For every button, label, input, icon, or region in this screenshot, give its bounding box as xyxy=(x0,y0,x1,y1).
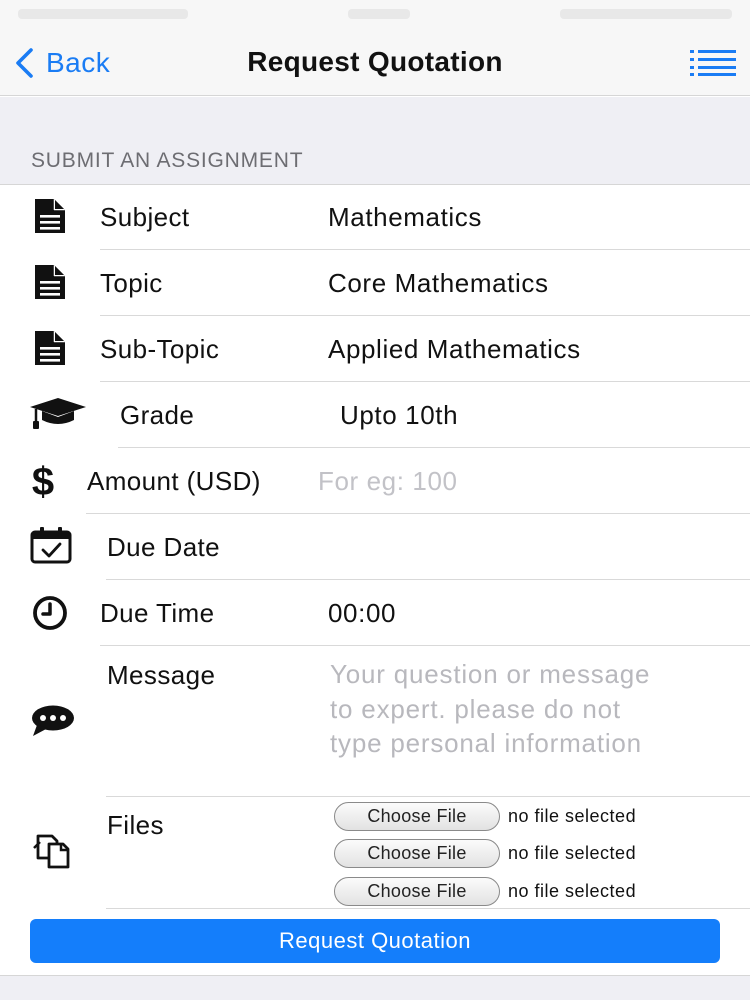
grade-value[interactable]: Upto 10th xyxy=(340,400,458,431)
chat-bubble-icon xyxy=(30,704,76,738)
subtopic-label: Sub-Topic xyxy=(100,334,220,364)
file-status-text: no file selected xyxy=(508,805,637,826)
subject-value[interactable]: Mathematics xyxy=(328,202,482,233)
subtopic-value[interactable]: Applied Mathematics xyxy=(328,334,581,365)
topic-label: Topic xyxy=(100,268,163,298)
status-bar-battery xyxy=(560,9,732,19)
amount-input[interactable] xyxy=(318,464,658,498)
clock-icon xyxy=(30,595,70,631)
file-upload-row: Choose File no file selected xyxy=(334,876,636,906)
file-status-text: no file selected xyxy=(508,842,637,863)
dollar-icon: $ xyxy=(26,460,60,500)
row-divider xyxy=(118,447,750,448)
status-bar-clock xyxy=(348,9,410,19)
row-divider xyxy=(106,796,750,797)
subject-label: Subject xyxy=(100,202,190,232)
file-upload-row: Choose File no file selected xyxy=(334,838,636,868)
message-label: Message xyxy=(107,660,216,690)
svg-text:$: $ xyxy=(32,460,54,500)
file-status-text: no file selected xyxy=(508,880,637,901)
request-quotation-button[interactable]: Request Quotation xyxy=(30,919,720,963)
status-bar-carrier xyxy=(18,9,188,19)
row-divider xyxy=(86,513,750,514)
navigation-bar: Back Request Quotation xyxy=(0,30,750,96)
copy-files-icon xyxy=(30,832,76,870)
calendar-check-icon xyxy=(29,526,73,564)
section-header: SUBMIT AN ASSIGNMENT xyxy=(31,149,304,172)
due-time-label: Due Time xyxy=(100,598,215,628)
due-time-value[interactable]: 00:00 xyxy=(328,598,396,629)
message-textarea[interactable] xyxy=(330,657,660,797)
due-date-value[interactable] xyxy=(328,532,658,564)
row-divider xyxy=(100,645,750,646)
row-divider xyxy=(100,381,750,382)
row-divider xyxy=(106,908,750,909)
footer-background xyxy=(0,975,750,1000)
choose-file-button[interactable]: Choose File xyxy=(334,838,500,868)
list-menu-icon[interactable] xyxy=(690,50,736,76)
row-divider xyxy=(106,579,750,580)
file-upload-row: Choose File no file selected xyxy=(334,801,636,831)
document-icon xyxy=(30,198,70,234)
row-divider xyxy=(100,315,750,316)
choose-file-button[interactable]: Choose File xyxy=(334,801,500,831)
document-icon xyxy=(30,330,70,366)
grade-label: Grade xyxy=(120,400,195,430)
choose-file-button[interactable]: Choose File xyxy=(334,876,500,906)
due-date-label: Due Date xyxy=(107,532,221,562)
status-bar xyxy=(0,0,750,30)
amount-label: Amount (USD) xyxy=(87,466,261,496)
topic-value[interactable]: Core Mathematics xyxy=(328,268,549,299)
row-divider xyxy=(100,249,750,250)
files-label: Files xyxy=(107,810,164,840)
graduation-cap-icon xyxy=(28,396,88,430)
document-icon xyxy=(30,264,70,300)
page-title: Request Quotation xyxy=(247,46,503,77)
